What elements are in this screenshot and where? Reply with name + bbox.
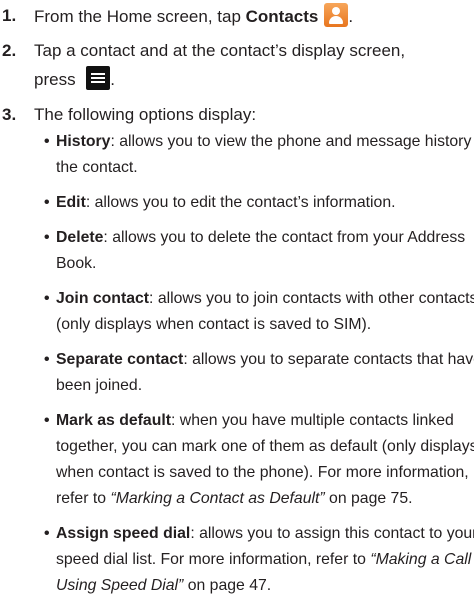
bullet-dot: • [44, 412, 50, 429]
cross-reference-link: “Marking a Contact as Default” [110, 490, 325, 507]
bullet-dot: • [44, 525, 50, 542]
step-bold-text: Contacts [245, 7, 319, 26]
contacts-icon [324, 3, 349, 27]
step-text-line-1: Tap a contact and at the contact’s displ… [34, 41, 406, 60]
cross-reference-link: Using Speed Dial” [56, 577, 184, 594]
step-number: 1. [2, 6, 17, 25]
step-number: 3. [2, 105, 17, 124]
step-number: 2. [2, 41, 17, 60]
bullet-dot: • [44, 194, 50, 211]
step-text-line-2: press [34, 70, 81, 89]
bullet-dot: • [44, 351, 50, 368]
bullet-dot: • [44, 290, 50, 307]
manual-page: 1. From the Home screen, tap Contacts. 2… [0, 0, 474, 605]
bullet-dot: • [44, 229, 50, 246]
step-text: The following options display: [34, 105, 257, 124]
cross-reference-link: “Making a Call [370, 551, 472, 568]
step-text: From the Home screen, tap [34, 7, 246, 26]
bullet-dot: • [44, 133, 50, 150]
menu-icon [86, 66, 111, 90]
